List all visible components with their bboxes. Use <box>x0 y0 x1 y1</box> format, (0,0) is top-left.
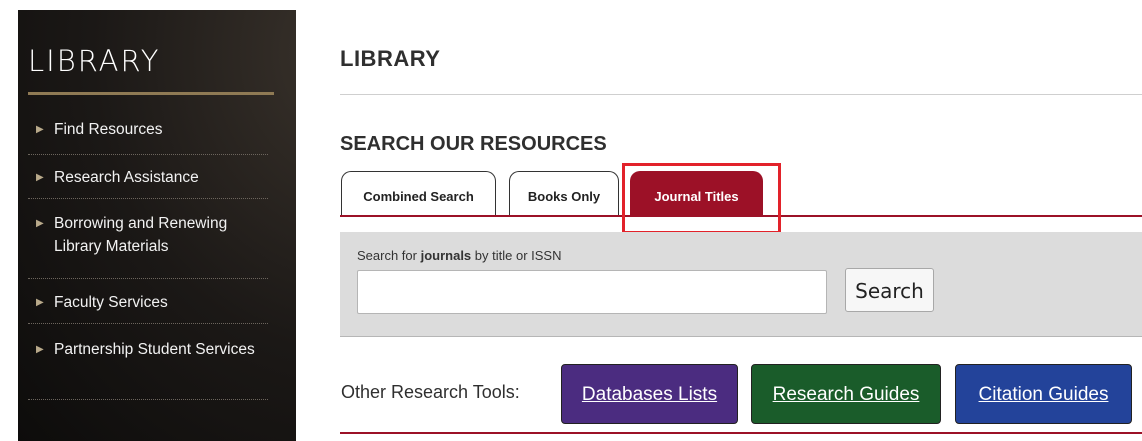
sidebar-title: LIBRARY <box>28 44 161 78</box>
citation-guides-button[interactable]: Citation Guides <box>955 364 1132 424</box>
databases-lists-button[interactable]: Databases Lists <box>561 364 738 424</box>
search-label-bold: journals <box>420 248 472 263</box>
chevron-right-icon: ▶ <box>36 344 44 355</box>
search-label-prefix: Search for <box>357 248 421 263</box>
search-input[interactable] <box>357 270 827 314</box>
sidebar-item-label: Faculty Services <box>54 294 168 311</box>
chevron-right-icon: ▶ <box>36 218 44 229</box>
sidebar-item-faculty-services[interactable]: ▶ Faculty Services <box>28 279 268 324</box>
chevron-right-icon: ▶ <box>36 172 44 183</box>
sidebar-item-find-resources[interactable]: ▶ Find Resources <box>28 104 268 155</box>
sidebar: LIBRARY ▶ Find Resources ▶ Research Assi… <box>18 10 296 441</box>
tab-label: Journal Titles <box>654 189 739 204</box>
tool-button-label: Research Guides <box>772 384 920 405</box>
sidebar-divider <box>28 92 274 95</box>
bottom-divider <box>340 432 1142 434</box>
tool-button-label: Citation Guides <box>978 384 1109 405</box>
tab-books-only[interactable]: Books Only <box>509 171 619 215</box>
search-button[interactable]: Search <box>845 268 934 312</box>
sidebar-item-label: Partnership Student Services <box>54 341 255 358</box>
sidebar-item-label: Research Assistance <box>54 169 199 186</box>
sidebar-item-borrowing-renewing[interactable]: ▶ Borrowing and Renewing Library Materia… <box>28 199 268 279</box>
search-label-suffix: by title or ISSN <box>471 248 562 263</box>
tool-button-label: Databases Lists <box>581 384 718 405</box>
sidebar-item-partnership-student-services[interactable]: ▶ Partnership Student Services <box>28 324 268 400</box>
search-panel: Search for journals by title or ISSN Sea… <box>340 232 1142 337</box>
tab-underline <box>340 215 1142 217</box>
chevron-right-icon: ▶ <box>36 124 44 135</box>
page-title: LIBRARY <box>340 46 441 71</box>
sidebar-nav: ▶ Find Resources ▶ Research Assistance ▶… <box>28 118 268 400</box>
tab-journal-titles[interactable]: Journal Titles <box>630 171 763 215</box>
sidebar-item-research-assistance[interactable]: ▶ Research Assistance <box>28 155 268 199</box>
sidebar-item-label: Find Resources <box>54 121 163 138</box>
chevron-right-icon: ▶ <box>36 297 44 308</box>
tab-label: Books Only <box>527 189 601 204</box>
title-divider <box>340 94 1142 95</box>
search-label: Search for journals by title or ISSN <box>357 248 561 263</box>
tab-combined-search[interactable]: Combined Search <box>341 171 496 215</box>
research-guides-button[interactable]: Research Guides <box>751 364 941 424</box>
sidebar-item-label: Borrowing and Renewing Library Materials <box>54 215 228 255</box>
other-research-tools-label: Other Research Tools: <box>341 382 520 402</box>
tab-label: Combined Search <box>363 189 474 204</box>
section-title: SEARCH OUR RESOURCES <box>340 133 607 155</box>
